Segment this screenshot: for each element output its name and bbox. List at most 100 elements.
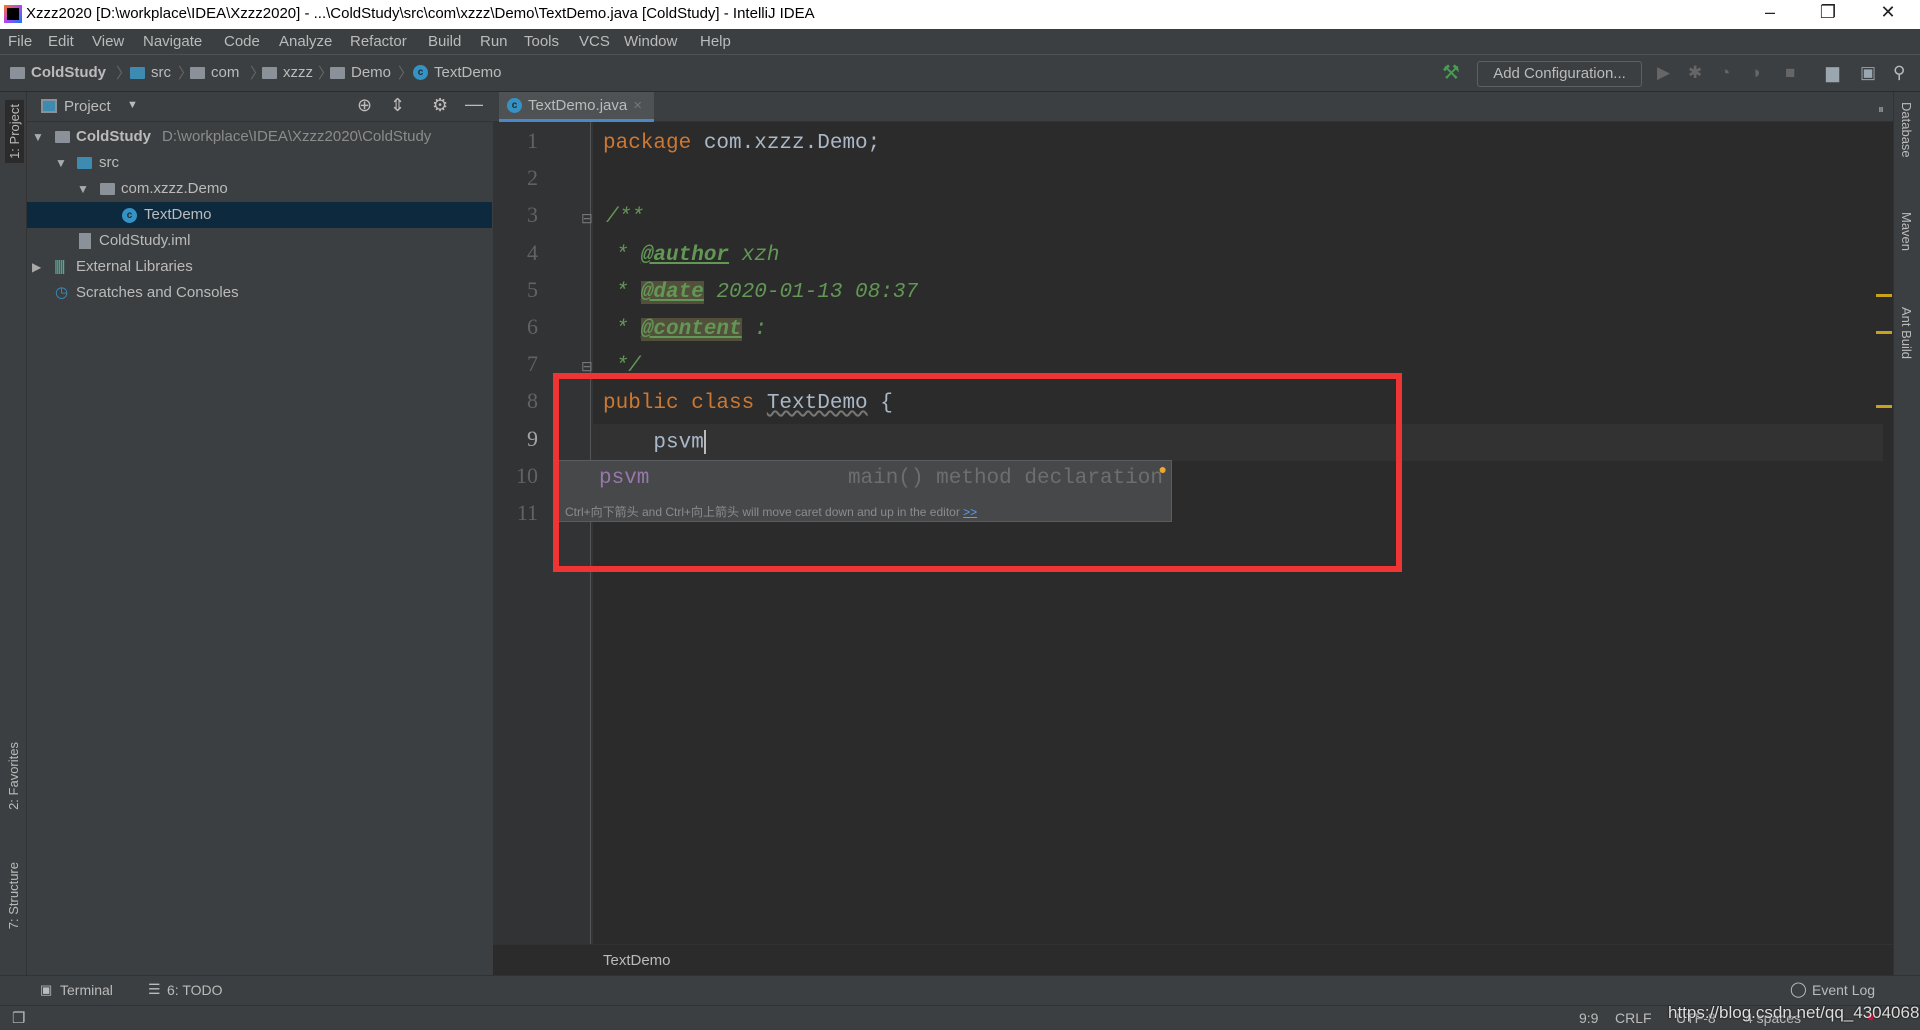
terminal-icon: ▣ bbox=[40, 982, 53, 997]
package-icon bbox=[190, 66, 205, 79]
coverage-icon[interactable]: ◗ bbox=[1752, 63, 1762, 83]
menu-refactor[interactable]: Refactor bbox=[350, 33, 407, 50]
gear-icon[interactable]: ⚙ bbox=[432, 95, 448, 116]
tree-item-scratches[interactable]: ◷ Scratches and Consoles bbox=[27, 280, 492, 306]
maven-tool-tab[interactable]: Maven bbox=[1899, 212, 1914, 251]
add-configuration-button[interactable]: Add Configuration... bbox=[1477, 61, 1642, 87]
menu-view[interactable]: View bbox=[92, 33, 124, 50]
stop-icon[interactable]: ■ bbox=[1785, 63, 1795, 83]
fold-icon[interactable]: ⊟ bbox=[581, 210, 593, 227]
expand-arrow-icon[interactable]: ▼ bbox=[77, 176, 89, 202]
caret-position[interactable]: 9:9 bbox=[1579, 1010, 1598, 1026]
line-number: 3 bbox=[527, 202, 538, 227]
close-button[interactable]: ✕ bbox=[1868, 2, 1908, 23]
editor-breadcrumb-bar: TextDemo bbox=[493, 944, 1893, 975]
menu-tools[interactable]: Tools bbox=[524, 33, 559, 50]
debug-icon[interactable]: ✱ bbox=[1688, 63, 1702, 83]
project-structure-icon[interactable]: ▆ bbox=[1826, 63, 1839, 83]
event-log-tab[interactable]: Event Log bbox=[1812, 982, 1875, 998]
breadcrumb-com[interactable]: com bbox=[190, 64, 239, 81]
tree-item-package[interactable]: ▼ com.xzzz.Demo bbox=[27, 176, 492, 202]
tree-label: Scratches and Consoles bbox=[76, 284, 239, 301]
menu-bar: File Edit View Navigate Code Analyze Ref… bbox=[0, 29, 1920, 55]
build-hammer-icon[interactable]: ⚒ bbox=[1442, 60, 1460, 85]
breadcrumb-demo[interactable]: Demo bbox=[330, 64, 391, 81]
menu-help[interactable]: Help bbox=[700, 33, 731, 50]
menu-analyze[interactable]: Analyze bbox=[279, 33, 332, 50]
menu-code[interactable]: Code bbox=[224, 33, 260, 50]
terminal-tab[interactable]: Terminal bbox=[60, 982, 113, 998]
breadcrumb-separator: 〉 bbox=[116, 65, 132, 82]
restore-button[interactable]: ❐ bbox=[1808, 2, 1848, 23]
folder-icon bbox=[130, 66, 145, 79]
code-line-4: * @author xzh bbox=[603, 244, 780, 267]
event-log-icon: ◯ bbox=[1790, 981, 1807, 998]
breadcrumb-src[interactable]: src bbox=[130, 64, 171, 81]
tab-label: TextDemo.java bbox=[528, 97, 628, 114]
module-icon bbox=[10, 66, 25, 79]
line-number: 6 bbox=[527, 314, 538, 339]
menu-navigate[interactable]: Navigate bbox=[143, 33, 202, 50]
toggle-tool-windows-icon[interactable]: ❐ bbox=[12, 1009, 25, 1027]
editor[interactable]: c TextDemo.java × 1 2 3 4 5 6 7 8 9 10 11 … bbox=[493, 92, 1893, 975]
class-icon: c bbox=[507, 98, 522, 113]
editor-breadcrumb-textdemo[interactable]: TextDemo bbox=[603, 952, 671, 969]
menu-vcs[interactable]: VCS bbox=[579, 33, 610, 50]
breadcrumb-textdemo[interactable]: c TextDemo bbox=[413, 64, 502, 81]
code-line-3: /** bbox=[606, 206, 644, 229]
collapse-all-icon[interactable]: ⇕ bbox=[390, 95, 405, 116]
minimize-button[interactable]: – bbox=[1750, 2, 1790, 23]
javadoc-tag: @author bbox=[640, 244, 730, 267]
tree-item-iml[interactable]: ColdStudy.iml bbox=[27, 228, 492, 254]
close-tab-icon[interactable]: × bbox=[633, 97, 642, 114]
database-tool-tab[interactable]: Database bbox=[1899, 102, 1914, 158]
project-view-selector[interactable]: Project bbox=[64, 98, 111, 115]
expand-arrow-icon[interactable]: ▶ bbox=[32, 254, 41, 280]
keyword: package bbox=[603, 132, 692, 155]
package-icon bbox=[100, 183, 115, 195]
search-icon[interactable]: ⚲ bbox=[1893, 63, 1905, 83]
locate-icon[interactable]: ⊕ bbox=[357, 95, 372, 116]
warning-marker[interactable] bbox=[1876, 331, 1892, 334]
expand-arrow-icon[interactable]: ▼ bbox=[32, 124, 44, 150]
structure-tool-tab[interactable]: 7: Structure bbox=[6, 862, 21, 929]
breadcrumb-xzzz[interactable]: xzzz bbox=[262, 64, 313, 81]
menu-edit[interactable]: Edit bbox=[48, 33, 74, 50]
line-number: 1 bbox=[527, 128, 538, 153]
line-number: 4 bbox=[527, 240, 538, 265]
expand-arrow-icon[interactable]: ▼ bbox=[55, 150, 67, 176]
tree-item-coldstudy[interactable]: ▼ ColdStudy D:\workplace\IDEA\Xzzz2020\Col… bbox=[27, 124, 492, 150]
breadcrumb-label: TextDemo bbox=[434, 64, 502, 81]
code-line-5: * @date 2020-01-13 08:37 bbox=[603, 281, 918, 304]
tree-item-textdemo[interactable]: c TextDemo bbox=[27, 202, 492, 228]
todo-icon: ☰ bbox=[148, 981, 161, 997]
code-text: * bbox=[603, 318, 641, 341]
todo-tab[interactable]: 6: TODO bbox=[167, 982, 223, 998]
chevron-down-icon[interactable]: ▼ bbox=[127, 99, 138, 111]
tree-label: com.xzzz.Demo bbox=[121, 180, 228, 197]
menu-window[interactable]: Window bbox=[624, 33, 677, 50]
hide-icon[interactable]: — bbox=[465, 94, 483, 115]
ant-build-tool-tab[interactable]: Ant Build bbox=[1899, 307, 1914, 359]
profile-icon[interactable]: ◔ bbox=[1720, 63, 1730, 83]
breadcrumb-coldstudy[interactable]: ColdStudy bbox=[10, 64, 106, 81]
warning-marker[interactable] bbox=[1876, 405, 1892, 408]
menu-run[interactable]: Run bbox=[480, 33, 508, 50]
run-anything-icon[interactable]: ▣ bbox=[1860, 63, 1876, 83]
iml-file-icon bbox=[79, 233, 91, 249]
tree-item-external-libraries[interactable]: ▶ ||||| External Libraries bbox=[27, 254, 492, 280]
project-tool-tab[interactable]: 1: Project bbox=[5, 100, 24, 163]
run-icon[interactable]: ▶ bbox=[1657, 63, 1670, 83]
warning-marker[interactable] bbox=[1876, 294, 1892, 297]
favorites-tool-tab[interactable]: 2: Favorites bbox=[6, 742, 21, 810]
tree-label: src bbox=[99, 154, 119, 171]
project-view-icon bbox=[41, 99, 57, 113]
line-number: 7 bbox=[527, 351, 538, 376]
tab-textdemo-java[interactable]: c TextDemo.java × bbox=[499, 92, 654, 122]
project-panel-header: Project ▼ ⊕ ⇕ ⚙ — bbox=[27, 92, 492, 122]
module-icon bbox=[55, 131, 70, 143]
menu-build[interactable]: Build bbox=[428, 33, 461, 50]
line-separator[interactable]: CRLF bbox=[1615, 1010, 1652, 1026]
tree-item-src[interactable]: ▼ src bbox=[27, 150, 492, 176]
menu-file[interactable]: File bbox=[8, 33, 32, 50]
